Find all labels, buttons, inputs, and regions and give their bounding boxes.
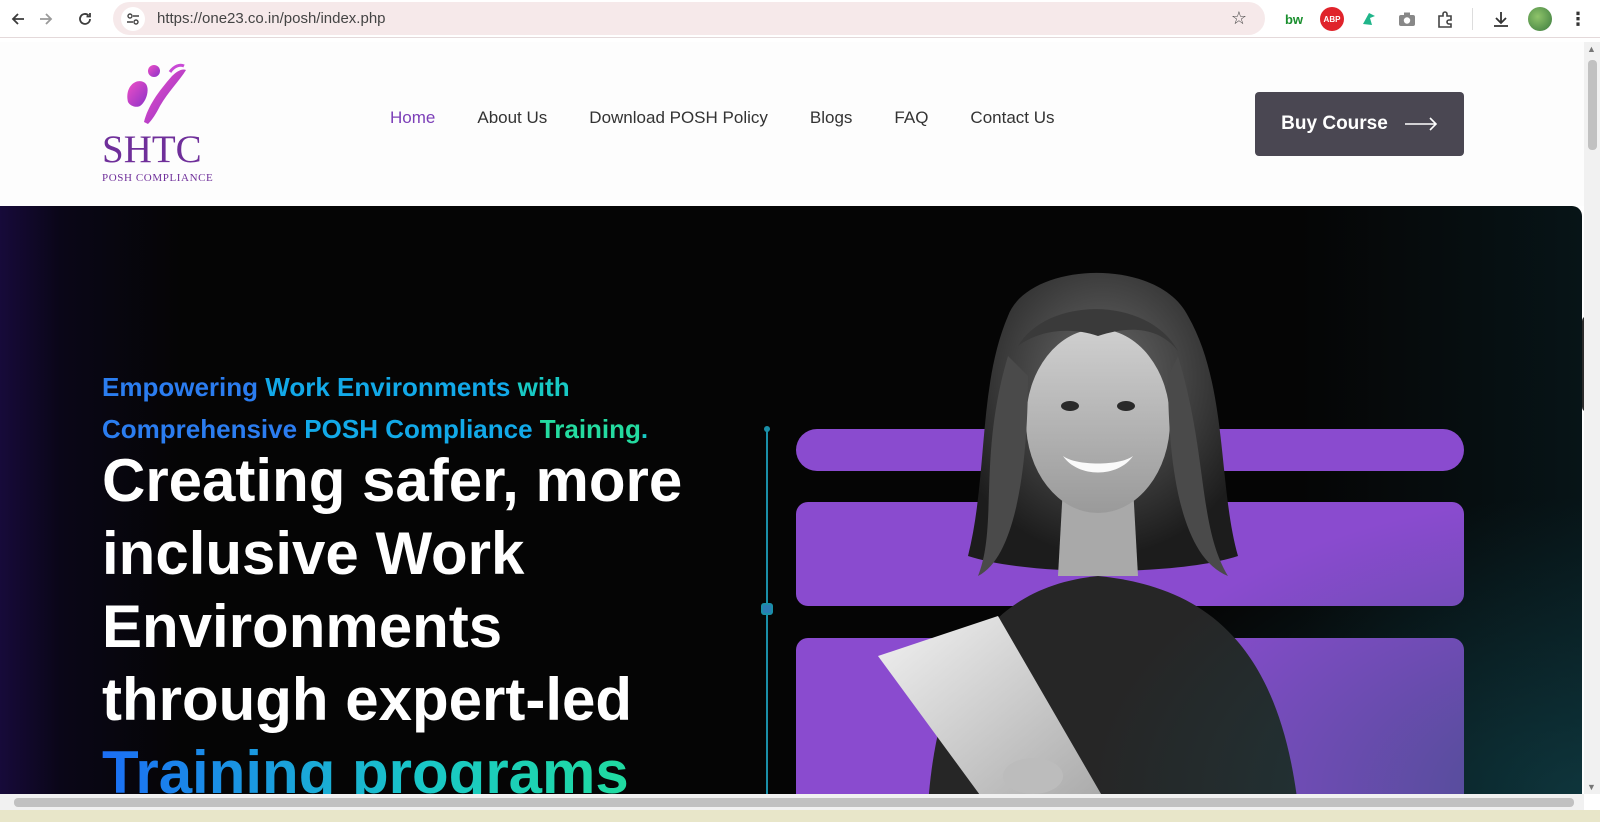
tagline-part: Comprehensive	[102, 414, 305, 444]
forward-button[interactable]	[28, 1, 64, 37]
bird-extension-icon[interactable]	[1357, 7, 1381, 31]
tagline-part: Empowering	[102, 372, 266, 402]
star-icon[interactable]: ☆	[1231, 8, 1247, 29]
address-bar[interactable]: https://one23.co.in/posh/index.php ☆	[113, 2, 1265, 35]
scroll-up-icon[interactable]: ▲	[1587, 44, 1596, 54]
logo[interactable]: SHTC POSH COMPLIANCE	[98, 62, 213, 187]
hero-tagline: Empowering Work Environments with Compre…	[102, 366, 648, 450]
camera-icon[interactable]	[1395, 7, 1419, 31]
nav-about-us[interactable]: About Us	[477, 108, 547, 128]
nav-faq[interactable]: FAQ	[894, 108, 928, 128]
bw-extension-icon[interactable]: bw	[1282, 7, 1306, 31]
nav-download-posh-policy[interactable]: Download POSH Policy	[589, 108, 768, 128]
timeline-handle[interactable]	[761, 603, 773, 615]
toolbar-divider	[1472, 8, 1473, 30]
long-arrow-right-icon	[1404, 117, 1437, 131]
vertical-scroll-thumb[interactable]	[1588, 60, 1597, 150]
tagline-part: Training	[532, 414, 641, 444]
site-header: SHTC POSH COMPLIANCE Home About Us Downl…	[0, 42, 1584, 206]
logo-mark-icon	[127, 63, 186, 124]
buy-course-label: Buy Course	[1281, 113, 1388, 134]
url-text: https://one23.co.in/posh/index.php	[157, 10, 386, 27]
buy-course-button[interactable]: Buy Course	[1255, 92, 1464, 156]
vertical-scrollbar[interactable]: ▲ ▼	[1584, 42, 1600, 794]
logo-subtext: POSH COMPLIANCE	[102, 172, 214, 184]
scroll-down-icon[interactable]: ▼	[1587, 782, 1596, 792]
headline-highlight: Training programs	[102, 739, 629, 794]
reload-icon	[79, 13, 91, 25]
hero-headline: Creating safer, more inclusive Work Envi…	[102, 444, 742, 794]
tagline-part: POSH Compliance	[304, 414, 533, 444]
horizontal-scroll-thumb[interactable]	[14, 798, 1574, 807]
timeline-dot	[764, 426, 770, 432]
kebab-menu-icon[interactable]: ⋮	[1566, 7, 1590, 31]
adblock-plus-icon[interactable]: ABP	[1320, 7, 1344, 31]
profile-avatar[interactable]	[1528, 7, 1552, 31]
headline-text: Creating safer, more inclusive Work Envi…	[102, 447, 683, 733]
nav-contact-us[interactable]: Contact Us	[970, 108, 1054, 128]
hero-person-image	[878, 272, 1297, 794]
download-icon[interactable]	[1489, 7, 1513, 31]
arrow-left-icon	[11, 13, 24, 25]
browser-toolbar: https://one23.co.in/posh/index.php ☆ bw …	[0, 0, 1600, 38]
site-info-icon[interactable]	[121, 6, 145, 31]
horizontal-scrollbar[interactable]	[0, 794, 1584, 810]
reload-button[interactable]	[67, 1, 103, 37]
tagline-part: Work Environments	[265, 372, 511, 402]
nav-home[interactable]: Home	[390, 108, 435, 128]
hero-section: Empowering Work Environments with Compre…	[0, 206, 1582, 794]
os-taskbar	[0, 810, 1600, 822]
nav-blogs[interactable]: Blogs	[810, 108, 853, 128]
puzzle-extensions-icon[interactable]	[1433, 7, 1457, 31]
main-nav: Home About Us Download POSH Policy Blogs…	[390, 108, 1097, 128]
tagline-part: with	[510, 372, 570, 402]
arrow-right-icon	[40, 13, 53, 25]
tagline-part: .	[640, 414, 649, 444]
logo-text: SHTC	[102, 128, 202, 171]
